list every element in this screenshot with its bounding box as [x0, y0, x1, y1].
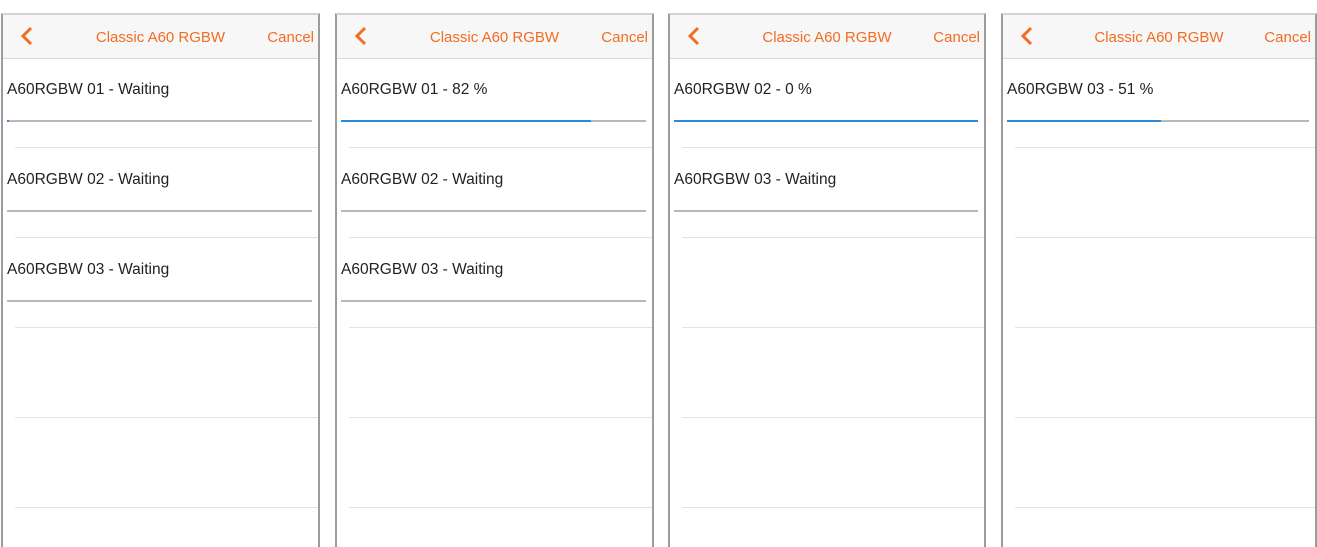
- row-separator: [15, 507, 318, 508]
- row-separator: [15, 327, 318, 328]
- screen-2: Classic A60 RGBW Cancel A60RGBW 01 - 82 …: [335, 13, 654, 547]
- list-item: A60RGBW 03 - Waiting: [337, 239, 652, 329]
- screen-4: Classic A60 RGBW Cancel A60RGBW 03 - 51 …: [1001, 13, 1317, 547]
- list-item: A60RGBW 02 - Waiting: [3, 149, 318, 239]
- progress-bar: [341, 210, 646, 212]
- device-status-label: A60RGBW 03 - Waiting: [674, 171, 837, 188]
- row-separator: [349, 507, 652, 508]
- progress-bar: [341, 300, 646, 302]
- device-list: A60RGBW 03 - 51 %: [1003, 59, 1315, 547]
- cancel-button[interactable]: Cancel: [1264, 29, 1311, 46]
- progress-bar: [341, 120, 646, 122]
- empty-row: [670, 419, 984, 509]
- progress-fill: [1007, 120, 1162, 122]
- row-separator: [15, 237, 318, 238]
- progress-bar: [7, 210, 312, 212]
- list-item: A60RGBW 02 - 0 %: [670, 59, 984, 149]
- row-separator: [682, 507, 984, 508]
- device-status-label: A60RGBW 02 - 0 %: [674, 81, 812, 98]
- row-separator: [1015, 507, 1315, 508]
- row-separator: [1015, 417, 1315, 418]
- cancel-button[interactable]: Cancel: [601, 29, 648, 46]
- empty-row: [1003, 419, 1315, 509]
- progress-bar: [1007, 120, 1309, 122]
- device-status-label: A60RGBW 02 - Waiting: [341, 171, 504, 188]
- row-separator: [1015, 147, 1315, 148]
- row-separator: [15, 417, 318, 418]
- progress-bar: [674, 210, 978, 212]
- list-item: A60RGBW 03 - Waiting: [3, 239, 318, 329]
- empty-row: [670, 329, 984, 419]
- chevron-left-icon[interactable]: [19, 26, 35, 46]
- device-status-label: A60RGBW 01 - 82 %: [341, 81, 488, 98]
- empty-row: [1003, 149, 1315, 239]
- progress-fill: [674, 120, 978, 122]
- device-list: A60RGBW 01 - 82 % A60RGBW 02 - Waiting A…: [337, 59, 652, 547]
- nav-bar: Classic A60 RGBW Cancel: [670, 15, 984, 59]
- nav-title: Classic A60 RGBW: [429, 29, 560, 46]
- device-status-label: A60RGBW 02 - Waiting: [7, 171, 170, 188]
- row-separator: [349, 327, 652, 328]
- empty-row: [3, 329, 318, 419]
- nav-bar: Classic A60 RGBW Cancel: [337, 15, 652, 59]
- chevron-left-icon[interactable]: [686, 26, 702, 46]
- list-item: A60RGBW 02 - Waiting: [337, 149, 652, 239]
- device-list: A60RGBW 01 - Waiting A60RGBW 02 - Waitin…: [3, 59, 318, 547]
- row-separator: [682, 417, 984, 418]
- list-item: A60RGBW 03 - 51 %: [1003, 59, 1315, 149]
- list-item: A60RGBW 01 - 82 %: [337, 59, 652, 149]
- empty-row: [1003, 329, 1315, 419]
- row-separator: [1015, 327, 1315, 328]
- device-status-label: A60RGBW 03 - Waiting: [7, 261, 170, 278]
- chevron-left-icon[interactable]: [1019, 26, 1035, 46]
- row-separator: [682, 147, 984, 148]
- row-separator: [349, 147, 652, 148]
- progress-bar: [7, 300, 312, 302]
- empty-row: [337, 419, 652, 509]
- empty-row: [670, 239, 984, 329]
- nav-title: Classic A60 RGBW: [95, 29, 226, 46]
- chevron-left-icon[interactable]: [353, 26, 369, 46]
- nav-title: Classic A60 RGBW: [762, 29, 892, 46]
- progress-bar: [674, 120, 978, 122]
- cancel-button[interactable]: Cancel: [267, 29, 314, 46]
- empty-row: [1003, 239, 1315, 329]
- device-list: A60RGBW 02 - 0 % A60RGBW 03 - Waiting: [670, 59, 984, 547]
- screen-3: Classic A60 RGBW Cancel A60RGBW 02 - 0 %…: [668, 13, 986, 547]
- nav-bar: Classic A60 RGBW Cancel: [3, 15, 318, 59]
- nav-bar: Classic A60 RGBW Cancel: [1003, 15, 1315, 59]
- nav-title: Classic A60 RGBW: [1094, 29, 1224, 46]
- row-separator: [682, 327, 984, 328]
- cancel-button[interactable]: Cancel: [933, 29, 980, 46]
- empty-row: [337, 329, 652, 419]
- device-status-label: A60RGBW 01 - Waiting: [7, 81, 170, 98]
- list-item: A60RGBW 03 - Waiting: [670, 149, 984, 239]
- row-separator: [682, 237, 984, 238]
- list-item: A60RGBW 01 - Waiting: [3, 59, 318, 149]
- device-status-label: A60RGBW 03 - 51 %: [1007, 81, 1154, 98]
- row-separator: [349, 237, 652, 238]
- empty-row: [3, 419, 318, 509]
- progress-fill: [341, 120, 592, 122]
- row-separator: [1015, 237, 1315, 238]
- progress-bar: [7, 120, 312, 122]
- device-status-label: A60RGBW 03 - Waiting: [341, 261, 504, 278]
- row-separator: [15, 147, 318, 148]
- progress-fill: [7, 120, 9, 122]
- screen-1: Classic A60 RGBW Cancel A60RGBW 01 - Wai…: [1, 13, 320, 547]
- row-separator: [349, 417, 652, 418]
